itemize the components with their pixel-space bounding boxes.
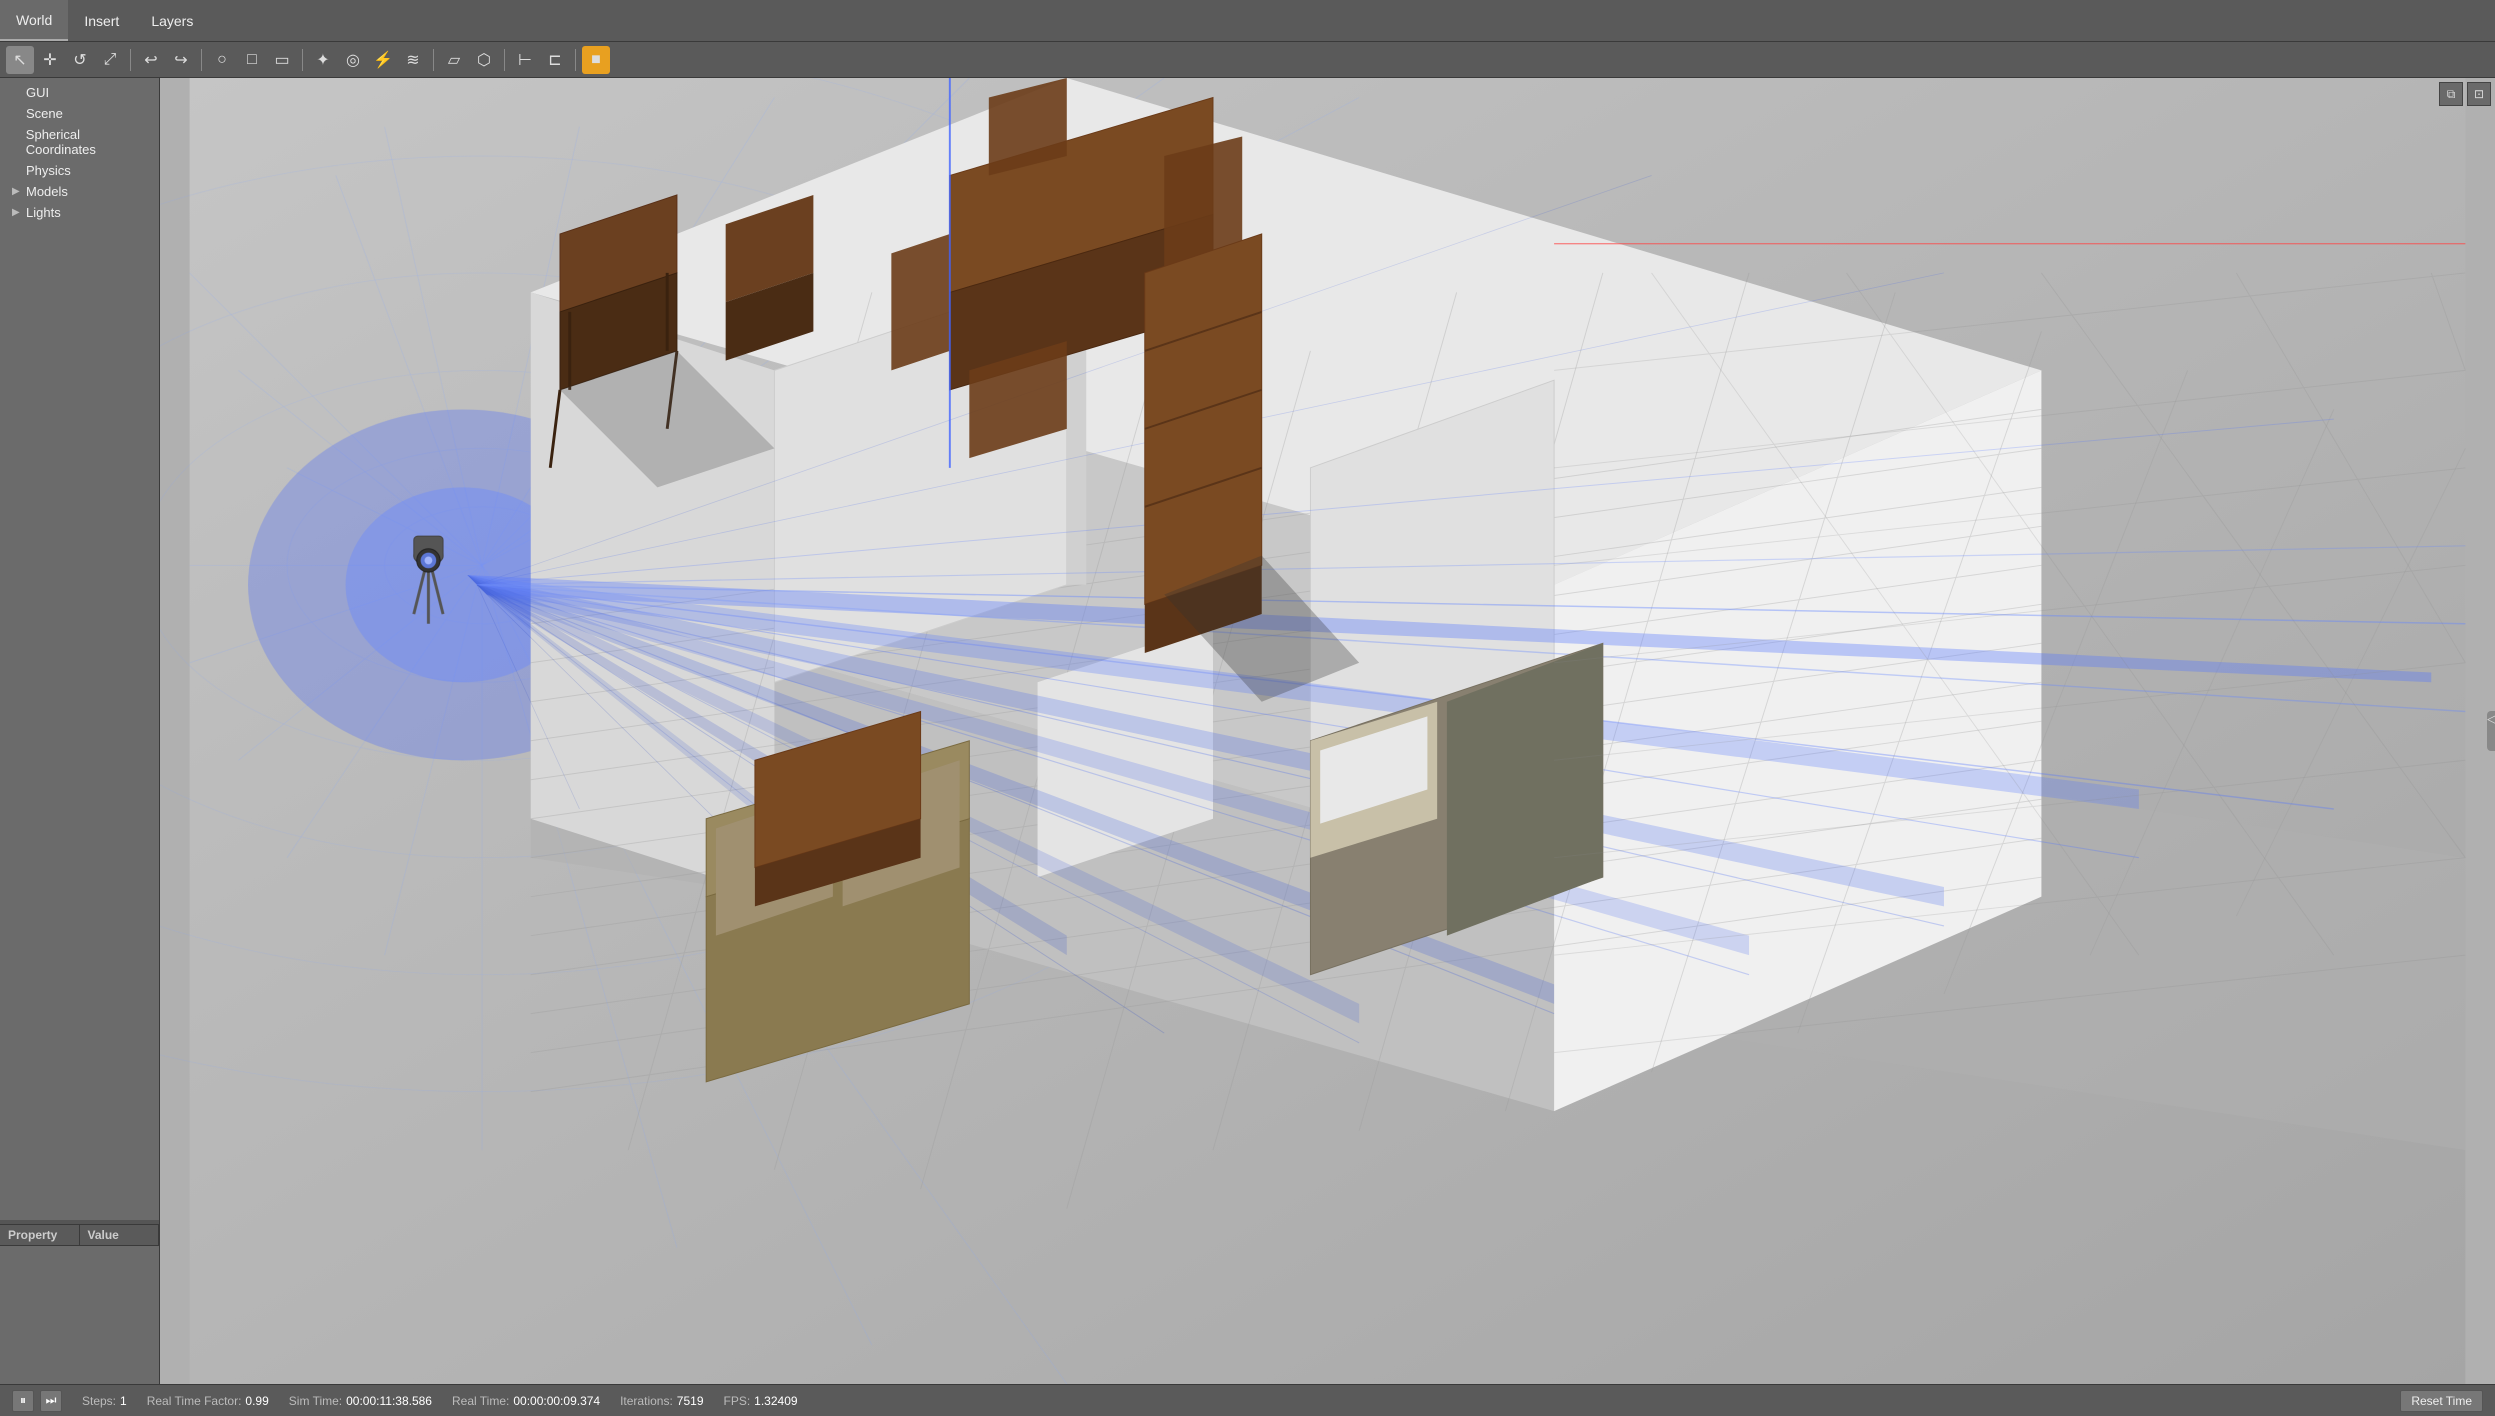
- sim-time-item: Sim Time: 00:00:11:38.586: [289, 1394, 432, 1408]
- sep6: [575, 49, 576, 71]
- tool-rotate[interactable]: ↺: [66, 46, 94, 74]
- sidebar: GUI Scene Spherical Coordinates Physics …: [0, 78, 160, 1384]
- sidebar-item-models-label: Models: [26, 184, 68, 199]
- tool-plugin[interactable]: ⚡: [369, 46, 397, 74]
- tool-wave[interactable]: ≋: [399, 46, 427, 74]
- value-column-header: Value: [80, 1225, 160, 1245]
- sep1: [130, 49, 131, 71]
- sidebar-item-models[interactable]: ▶ Models: [0, 181, 159, 202]
- sidebar-item-lights-label: Lights: [26, 205, 61, 220]
- steps-item: Steps: 1: [82, 1394, 127, 1408]
- sidebar-tree: GUI Scene Spherical Coordinates Physics …: [0, 78, 159, 1220]
- realtime-factor-label: Real Time Factor:: [147, 1394, 242, 1408]
- sim-time-value: 00:00:11:38.586: [346, 1394, 432, 1408]
- play-controls: ⏸ ⏭: [12, 1390, 62, 1412]
- menu-bar: World Insert Layers: [0, 0, 2495, 42]
- tool-camera[interactable]: ◎: [339, 46, 367, 74]
- steps-label: Steps:: [82, 1394, 116, 1408]
- main-area: GUI Scene Spherical Coordinates Physics …: [0, 78, 2495, 1384]
- sidebar-item-physics[interactable]: Physics: [0, 160, 159, 181]
- realtime-factor-item: Real Time Factor: 0.99: [147, 1394, 269, 1408]
- tool-shape2[interactable]: ⬡: [470, 46, 498, 74]
- tool-undo[interactable]: ↩: [137, 46, 165, 74]
- viewport-fullscreen-btn[interactable]: ⊡: [2467, 82, 2491, 106]
- menu-layers[interactable]: Layers: [135, 0, 209, 41]
- real-time-value: 00:00:00:09.374: [513, 1394, 600, 1408]
- scene-svg: [160, 78, 2495, 1384]
- viewport[interactable]: ⧉ ⊡ ◁: [160, 78, 2495, 1384]
- sidebar-item-lights[interactable]: ▶ Lights: [0, 202, 159, 223]
- realtime-factor-value: 0.99: [245, 1394, 268, 1408]
- lights-arrow: ▶: [12, 207, 22, 218]
- properties-header: Property Value: [0, 1225, 159, 1246]
- tool-align[interactable]: ⊢: [511, 46, 539, 74]
- sep5: [504, 49, 505, 71]
- tool-square[interactable]: □: [238, 46, 266, 74]
- sidebar-item-scene[interactable]: Scene: [0, 103, 159, 124]
- sidebar-item-gui-label: GUI: [26, 85, 49, 100]
- steps-value: 1: [120, 1394, 127, 1408]
- fps-label: FPS:: [724, 1394, 751, 1408]
- sidebar-item-spherical-label: Spherical Coordinates: [26, 127, 151, 157]
- sidebar-item-gui[interactable]: GUI: [0, 82, 159, 103]
- viewport-right-handle[interactable]: ◁: [2487, 711, 2495, 751]
- models-arrow: ▶: [12, 186, 22, 197]
- tool-light[interactable]: ✦: [309, 46, 337, 74]
- real-time-label: Real Time:: [452, 1394, 509, 1408]
- menu-insert[interactable]: Insert: [68, 0, 135, 41]
- viewport-resize-btn[interactable]: ⧉: [2439, 82, 2463, 106]
- iterations-item: Iterations: 7519: [620, 1394, 703, 1408]
- tool-redo[interactable]: ↪: [167, 46, 195, 74]
- property-column-header: Property: [0, 1225, 80, 1245]
- toolbar: ↖ ✛ ↺ ⤢ ↩ ↪ ○ □ ▭ ✦ ◎ ⚡ ≋ ▱ ⬡ ⊢ ⊏ ■: [0, 42, 2495, 78]
- menu-world[interactable]: World: [0, 0, 68, 41]
- step-forward-button[interactable]: ⏭: [40, 1390, 62, 1412]
- status-bar: ⏸ ⏭ Steps: 1 Real Time Factor: 0.99 Sim …: [0, 1384, 2495, 1416]
- tool-box[interactable]: ▭: [268, 46, 296, 74]
- sidebar-properties: Property Value: [0, 1224, 159, 1384]
- real-time-item: Real Time: 00:00:00:09.374: [452, 1394, 600, 1408]
- reset-time-button[interactable]: Reset Time: [2400, 1390, 2483, 1412]
- tool-select[interactable]: ↖: [6, 46, 34, 74]
- tool-snap[interactable]: ⊏: [541, 46, 569, 74]
- tool-active[interactable]: ■: [582, 46, 610, 74]
- sep3: [302, 49, 303, 71]
- viewport-controls: ⧉ ⊡: [2439, 82, 2491, 106]
- sep4: [433, 49, 434, 71]
- iterations-value: 7519: [677, 1394, 704, 1408]
- tool-scale[interactable]: ⤢: [96, 46, 124, 74]
- pause-button[interactable]: ⏸: [12, 1390, 34, 1412]
- fps-item: FPS: 1.32409: [724, 1394, 798, 1408]
- tool-shape1[interactable]: ▱: [440, 46, 468, 74]
- fps-value: 1.32409: [754, 1394, 797, 1408]
- tool-translate[interactable]: ✛: [36, 46, 64, 74]
- sidebar-item-physics-label: Physics: [26, 163, 71, 178]
- iterations-label: Iterations:: [620, 1394, 673, 1408]
- sim-time-label: Sim Time:: [289, 1394, 342, 1408]
- sep2: [201, 49, 202, 71]
- sidebar-item-spherical[interactable]: Spherical Coordinates: [0, 124, 159, 160]
- tool-circle[interactable]: ○: [208, 46, 236, 74]
- sidebar-item-scene-label: Scene: [26, 106, 63, 121]
